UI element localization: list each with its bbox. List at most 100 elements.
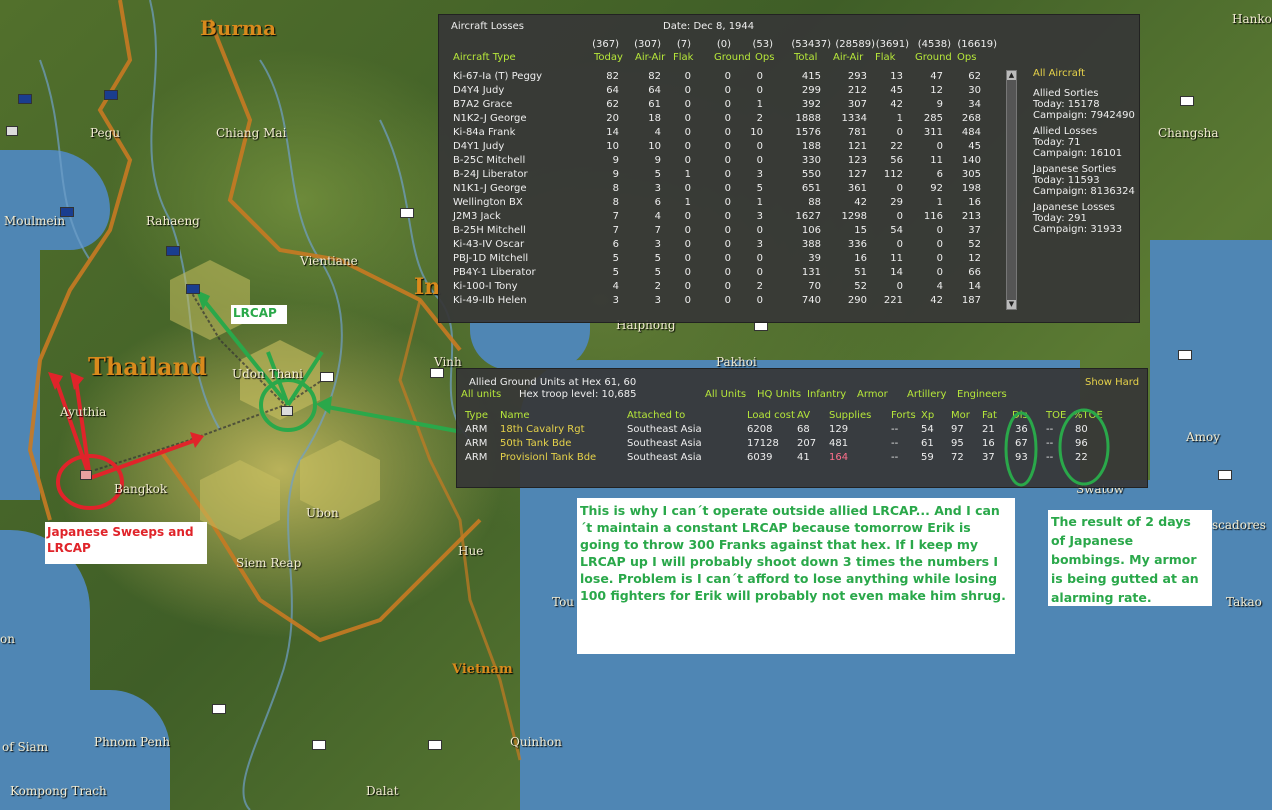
japanese-base-flag[interactable]	[320, 372, 334, 382]
japanese-base-flag[interactable]	[428, 740, 442, 750]
scroll-up-arrow-icon[interactable]: ▲	[1007, 71, 1016, 80]
col-header[interactable]: Aircraft Type	[453, 52, 516, 63]
loss-value: 14	[890, 267, 903, 278]
loss-value: 6	[612, 239, 619, 250]
all-aircraft-filter[interactable]: All Aircraft	[1033, 68, 1139, 88]
aircraft-row[interactable]: Ki-49-IIb Helen 3 3 0 0 0 740 290 221 42 187	[439, 295, 1139, 309]
city-label[interactable]: of Siam	[2, 740, 48, 754]
japanese-base-flag[interactable]	[312, 740, 326, 750]
city-label[interactable]: Hanko	[1232, 12, 1272, 26]
loss-value: 1334	[841, 113, 867, 124]
col-header[interactable]: Ops	[957, 52, 976, 63]
city-label[interactable]: Tou	[552, 595, 574, 609]
col-header[interactable]: Total	[794, 52, 817, 63]
loss-value: 7	[612, 225, 619, 236]
loss-value: 2	[756, 281, 763, 292]
city-label[interactable]: Moulmein	[4, 214, 65, 228]
col-header[interactable]: Air-Air	[833, 52, 863, 63]
city-label[interactable]: Amoy	[1186, 430, 1220, 444]
japanese-base-flag[interactable]	[212, 704, 226, 714]
total-ops-campaign: (16619)	[957, 39, 997, 50]
allied-base-flag[interactable]	[18, 94, 32, 104]
col-header[interactable]: Flak	[875, 52, 895, 63]
japanese-losses-campaign: Campaign: 31933	[1033, 224, 1123, 235]
city-label[interactable]: Dalat	[366, 784, 399, 798]
loss-value: 14	[606, 127, 619, 138]
loss-value: 2	[654, 281, 661, 292]
col-header[interactable]: Today	[594, 52, 623, 63]
city-label[interactable]: Takao	[1226, 595, 1262, 609]
aircraft-row[interactable]: Ki-100-I Tony 4 2 0 0 2 70 52 0 4 14	[439, 281, 1139, 295]
loss-value: 550	[801, 169, 821, 180]
ground-unit-stack[interactable]	[80, 470, 92, 480]
city-label[interactable]: on	[0, 632, 15, 646]
loss-value: 361	[847, 183, 867, 194]
loss-value: 66	[968, 267, 981, 278]
loss-value: 34	[968, 99, 981, 110]
loss-value: 311	[923, 127, 943, 138]
city-label[interactable]: Ayuthia	[60, 405, 106, 419]
allied-base-flag[interactable]	[166, 246, 180, 256]
scroll-down-arrow-icon[interactable]: ▼	[1007, 300, 1016, 309]
loss-value: 0	[684, 267, 691, 278]
loss-value: 82	[648, 71, 661, 82]
aircraft-type: B-25H Mitchell	[453, 225, 526, 236]
japanese-base-flag[interactable]	[1178, 350, 1192, 360]
col-header[interactable]: Air-Air	[635, 52, 665, 63]
loss-value: 1	[684, 197, 691, 208]
city-label[interactable]: Vientiane	[300, 254, 358, 268]
city-label[interactable]: Phnom Penh	[94, 735, 170, 749]
city-label[interactable]: Pegu	[90, 126, 120, 140]
city-label[interactable]: Quinhon	[510, 735, 562, 749]
allied-base-flag[interactable]	[186, 284, 200, 294]
allied-sorties-campaign: Campaign: 7942490	[1033, 110, 1135, 121]
loss-value: 0	[684, 113, 691, 124]
japanese-base-flag[interactable]	[400, 208, 414, 218]
city-label[interactable]: Ubon	[306, 506, 339, 520]
aircraft-row[interactable]: PB4Y-1 Liberator 5 5 0 0 0 131 51 14 0 66	[439, 267, 1139, 281]
col-header[interactable]: Ground	[915, 52, 952, 63]
loss-value: 0	[936, 267, 943, 278]
loss-value: 1	[756, 99, 763, 110]
japanese-base-flag[interactable]	[430, 368, 444, 378]
loss-value: 82	[606, 71, 619, 82]
city-label[interactable]: Hue	[458, 544, 483, 558]
japanese-base-flag[interactable]	[1180, 96, 1194, 106]
loss-value: 0	[724, 141, 731, 152]
loss-value: 4	[936, 281, 943, 292]
japanese-sorties-campaign: Campaign: 8136324	[1033, 186, 1135, 197]
city-label[interactable]: Pakhoi	[716, 355, 757, 369]
loss-value: 11	[930, 155, 943, 166]
city-label[interactable]: Bangkok	[114, 482, 167, 496]
city-label[interactable]: Vinh	[434, 355, 462, 369]
japanese-base-flag[interactable]	[1218, 470, 1232, 480]
col-header[interactable]: Ops	[755, 52, 774, 63]
city-label[interactable]: Kompong Trach	[10, 784, 107, 798]
col-header[interactable]: Flak	[673, 52, 693, 63]
loss-value: 1627	[795, 211, 821, 222]
col-header[interactable]: Ground	[714, 52, 751, 63]
city-label[interactable]: Changsha	[1158, 126, 1219, 140]
aircraft-row[interactable]: Ki-43-IV Oscar 6 3 0 0 3 388 336 0 0 52	[439, 239, 1139, 253]
aircraft-row[interactable]: PBJ-1D Mitchell 5 5 0 0 0 39 16 11 0 12	[439, 253, 1139, 267]
city-label[interactable]: Rahaeng	[146, 214, 200, 228]
ground-unit-stack[interactable]	[281, 406, 293, 416]
allied-base-flag[interactable]	[104, 90, 118, 100]
loss-value: 5	[612, 267, 619, 278]
city-label[interactable]: Siem Reap	[236, 556, 301, 570]
loss-value: 6	[654, 197, 661, 208]
loss-value: 1	[684, 169, 691, 180]
loss-value: 9	[612, 169, 619, 180]
loss-value: 7	[612, 211, 619, 222]
ground-unit-stack[interactable]	[6, 126, 18, 136]
loss-value: 42	[930, 295, 943, 306]
total-ops: (53)	[752, 39, 773, 50]
city-label[interactable]: Chiang Mai	[216, 126, 286, 140]
city-label[interactable]: scadores	[1212, 518, 1266, 532]
allied-sorties-label: Allied Sorties	[1033, 88, 1099, 99]
loss-value: 0	[756, 155, 763, 166]
city-label[interactable]: Udon Thani	[232, 367, 303, 381]
loss-value: 62	[606, 99, 619, 110]
scrollbar[interactable]: ▲ ▼	[1006, 70, 1017, 310]
loss-value: 9	[612, 155, 619, 166]
